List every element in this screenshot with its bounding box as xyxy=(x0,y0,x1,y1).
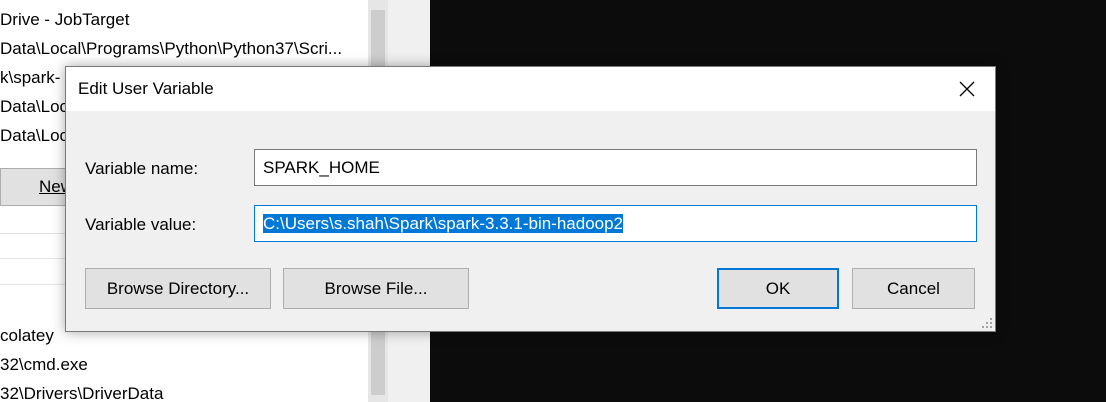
browse-file-button[interactable]: Browse File... xyxy=(283,268,469,309)
bg-path-row[interactable]: Data\Loc xyxy=(0,93,68,121)
bg-new-button[interactable]: New xyxy=(0,168,73,206)
browse-directory-button[interactable]: Browse Directory... xyxy=(85,268,271,309)
variable-name-label: Variable name: xyxy=(85,159,199,178)
cancel-button[interactable]: Cancel xyxy=(852,268,975,309)
bg-path-row[interactable]: 32\cmd.exe xyxy=(0,351,88,379)
dialog-title: Edit User Variable xyxy=(78,79,214,98)
resize-grip-icon[interactable] xyxy=(981,317,993,329)
bg-path-row[interactable]: k\spark- xyxy=(0,64,60,92)
close-button[interactable] xyxy=(939,67,995,111)
bg-path-row[interactable]: Drive - JobTarget xyxy=(0,6,129,34)
dialog-titlebar[interactable]: Edit User Variable xyxy=(66,67,995,111)
bg-path-row[interactable]: Data\Local\Programs\Python\Python37\Scri… xyxy=(0,35,342,63)
close-icon xyxy=(959,81,975,97)
bg-path-row[interactable]: colatey xyxy=(0,322,54,350)
variable-name-input[interactable]: SPARK_HOME xyxy=(254,149,977,186)
bg-path-row[interactable]: Data\Loc xyxy=(0,122,68,150)
edit-user-variable-dialog: Edit User Variable Variable name: SPARK_… xyxy=(65,66,996,332)
ok-button[interactable]: OK xyxy=(717,268,839,309)
bg-path-row[interactable]: 32\Drivers\DriverData xyxy=(0,380,163,402)
variable-value-text: C:\Users\s.shah\Spark\spark-3.3.1-bin-ha… xyxy=(263,214,624,233)
variable-name-text: SPARK_HOME xyxy=(263,158,380,177)
variable-value-label: Variable value: xyxy=(85,215,197,234)
variable-value-input[interactable]: C:\Users\s.shah\Spark\spark-3.3.1-bin-ha… xyxy=(254,205,977,242)
